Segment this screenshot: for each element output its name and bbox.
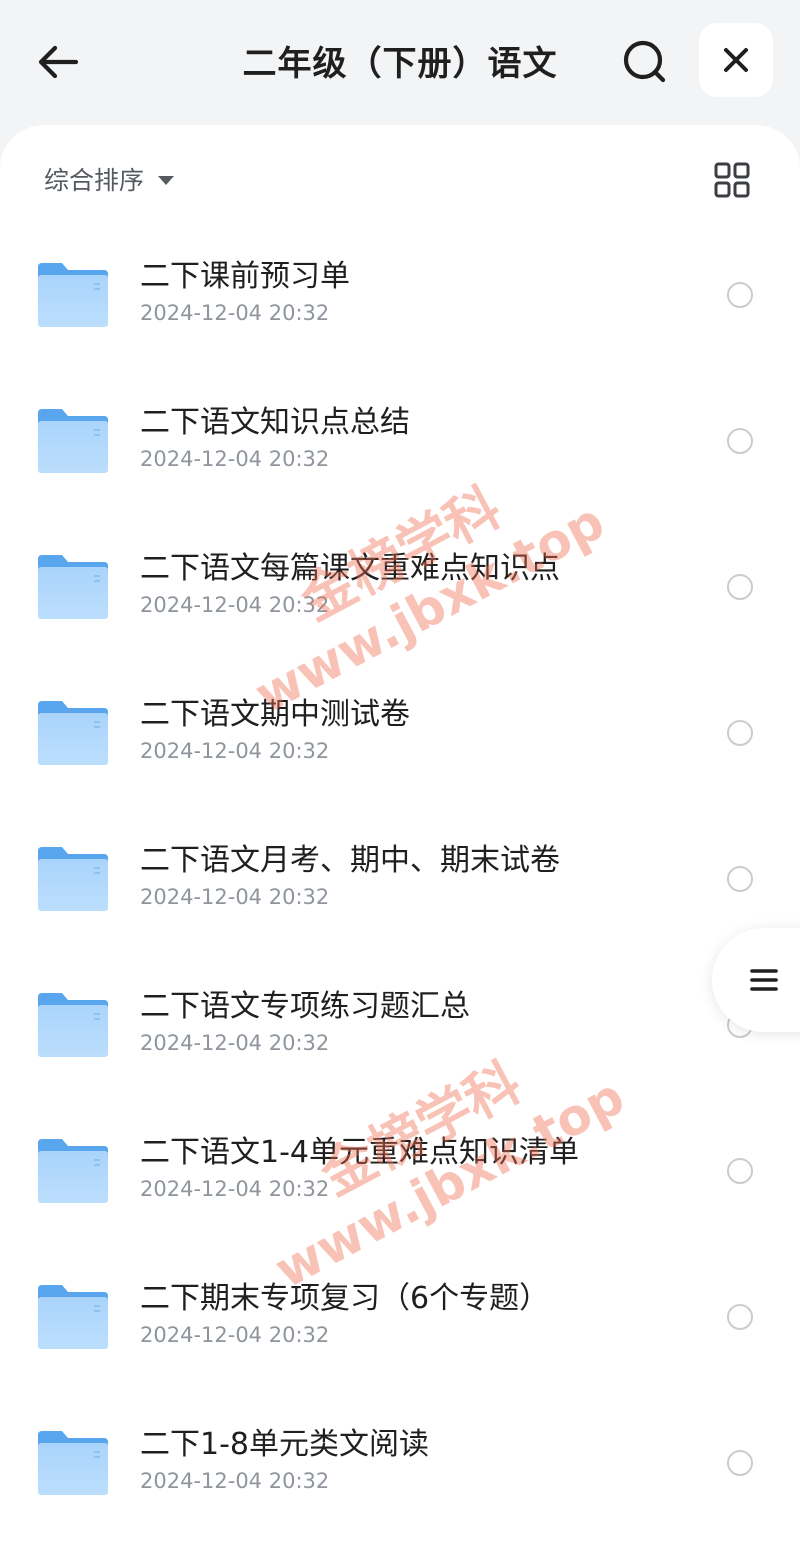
file-date: 2024-12-04 20:32 [140, 301, 330, 325]
sort-dropdown[interactable]: 综合排序 [44, 159, 175, 199]
file-date: 2024-12-04 20:32 [140, 1031, 330, 1055]
close-icon [724, 48, 748, 72]
select-radio[interactable] [727, 866, 753, 892]
search-icon [623, 40, 666, 83]
file-name: 二下期末专项复习（6个专题） [140, 1281, 550, 1316]
file-date: 2024-12-04 20:32 [140, 739, 330, 763]
sort-label: 综合排序 [44, 166, 145, 195]
folder-icon [38, 263, 108, 327]
list-item[interactable]: 二下语文1-4单元重难点知识清单 2024-12-04 20:32 [0, 1099, 800, 1245]
folder-icon [38, 555, 108, 619]
top-bar: 二年级（下册）语文 [0, 0, 800, 125]
file-date: 2024-12-04 20:32 [140, 593, 330, 617]
menu-icon [750, 969, 778, 991]
select-radio[interactable] [727, 1158, 753, 1184]
list-item[interactable]: 二下课前预习单 2024-12-04 20:32 [0, 223, 800, 369]
file-name: 二下语文月考、期中、期末试卷 [140, 843, 560, 878]
folder-icon [38, 993, 108, 1057]
select-radio[interactable] [727, 282, 753, 308]
list-item[interactable]: 二下期末专项复习（6个专题） 2024-12-04 20:32 [0, 1245, 800, 1391]
file-list-panel: 综合排序 二下课前预习单 2024-12-04 20:32 二下语文知识点总结 202… [0, 125, 800, 1541]
folder-icon [38, 1139, 108, 1203]
file-name: 二下课前预习单 [140, 259, 350, 294]
back-button[interactable] [28, 32, 88, 92]
search-button[interactable] [615, 32, 675, 92]
folder-icon [38, 847, 108, 911]
list-item[interactable]: 二下1-8单元类文阅读 2024-12-04 20:32 [0, 1391, 800, 1537]
close-button[interactable] [699, 23, 773, 97]
file-name: 二下1-8单元类文阅读 [140, 1427, 429, 1462]
select-radio[interactable] [727, 574, 753, 600]
list-item[interactable]: 二下语文月考、期中、期末试卷 2024-12-04 20:32 [0, 807, 800, 953]
caret-down-icon [158, 176, 175, 185]
grid-view-button[interactable] [709, 157, 755, 203]
folder-icon [38, 701, 108, 765]
file-name: 二下语文专项练习题汇总 [140, 989, 470, 1024]
folder-icon [38, 1431, 108, 1495]
file-date: 2024-12-04 20:32 [140, 1177, 330, 1201]
file-name: 二下语文每篇课文重难点知识点 [140, 551, 560, 586]
file-list: 二下课前预习单 2024-12-04 20:32 二下语文知识点总结 2024-12-… [0, 223, 800, 1537]
select-radio[interactable] [727, 428, 753, 454]
select-radio[interactable] [727, 1304, 753, 1330]
file-date: 2024-12-04 20:32 [140, 1469, 330, 1493]
select-radio[interactable] [727, 1450, 753, 1476]
page-title: 二年级（下册）语文 [242, 44, 558, 84]
file-date: 2024-12-04 20:32 [140, 885, 330, 909]
list-item[interactable]: 二下语文每篇课文重难点知识点 2024-12-04 20:32 [0, 515, 800, 661]
list-item[interactable]: 二下语文专项练习题汇总 2024-12-04 20:32 [0, 953, 800, 1099]
file-date: 2024-12-04 20:32 [140, 447, 330, 471]
folder-icon [38, 1285, 108, 1349]
list-item[interactable]: 二下语文知识点总结 2024-12-04 20:32 [0, 369, 800, 515]
file-name: 二下语文1-4单元重难点知识清单 [140, 1135, 579, 1170]
file-date: 2024-12-04 20:32 [140, 1323, 330, 1347]
select-radio[interactable] [727, 720, 753, 746]
folder-icon [38, 409, 108, 473]
file-name: 二下语文知识点总结 [140, 405, 410, 440]
file-name: 二下语文期中测试卷 [140, 697, 410, 732]
list-item[interactable]: 二下语文期中测试卷 2024-12-04 20:32 [0, 661, 800, 807]
arrow-left-icon [38, 45, 79, 79]
grid-view-icon [714, 162, 750, 198]
